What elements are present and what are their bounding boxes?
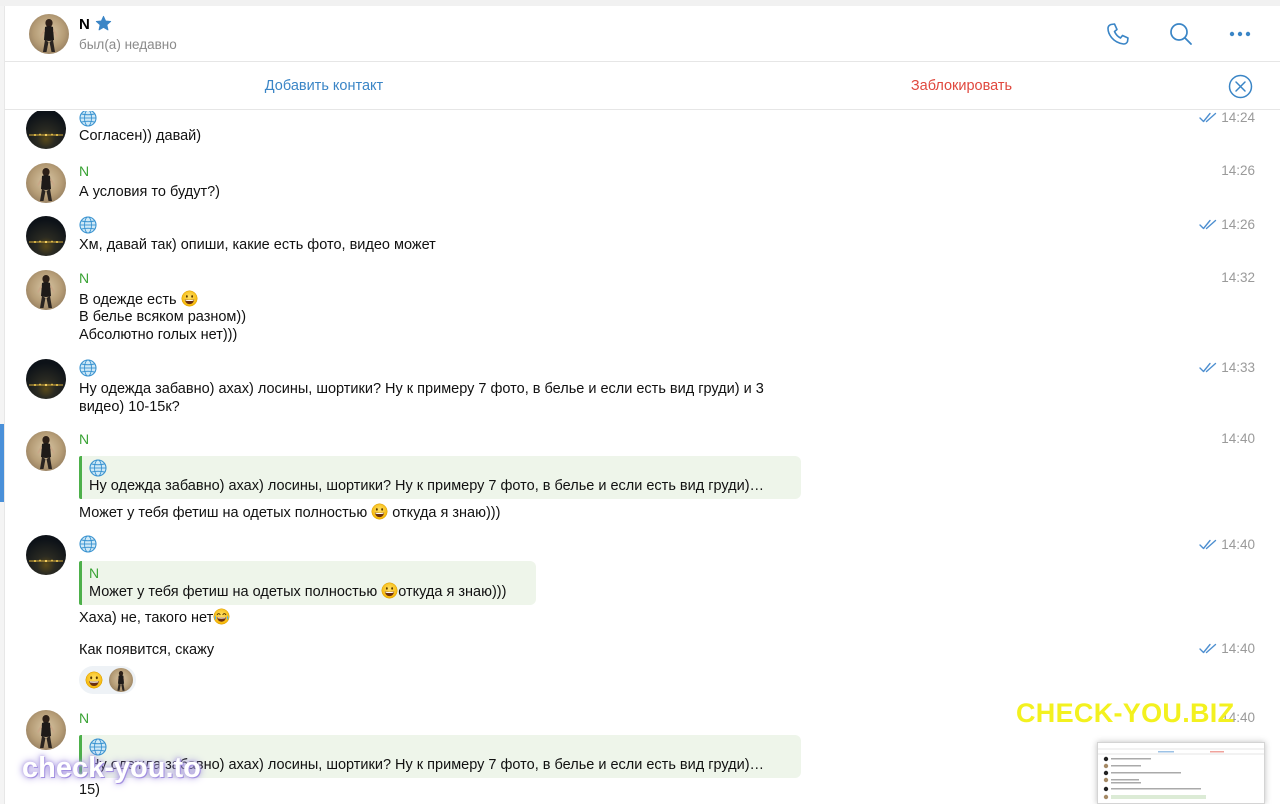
message-time: 14:26 [1221,163,1255,178]
message-sender[interactable]: N [79,270,89,288]
watermark-white: check-you.to [22,752,201,784]
grinning-emoji-icon [381,582,398,599]
peer-avatar[interactable] [26,163,66,203]
message-sender[interactable]: N [79,163,89,181]
read-checks-icon [1199,643,1217,654]
message-text: Хм, давай так) опиши, какие есть фото, в… [79,237,436,253]
message-text: В одежде есть [79,290,198,309]
phone-icon[interactable] [1104,20,1132,48]
grinning-emoji-icon [181,290,198,307]
quote-sender: N [89,565,100,581]
read-checks-icon [1199,219,1217,230]
peer-avatar[interactable] [26,710,66,750]
block-button[interactable]: Заблокировать [643,78,1280,94]
reply-quote[interactable]: N Может у тебя фетиш на одетых полностью… [79,561,536,605]
more-icon[interactable] [1226,20,1254,48]
peer-avatar[interactable] [26,270,66,310]
reactor-avatar[interactable] [109,668,133,692]
message-time: 14:24 [1199,111,1255,125]
close-icon[interactable] [1228,74,1253,99]
message-time: 14:40 [1199,537,1255,552]
read-checks-icon [1199,362,1217,373]
contact-action-bar: Добавить контакт Заблокировать [5,63,1280,110]
grinning-emoji-icon[interactable] [82,668,106,692]
message-text: В белье всяком разном)) [79,309,247,325]
globe-icon [79,111,97,127]
message-sender[interactable]: N [79,431,89,449]
screenshot-thumbnail[interactable] [1097,742,1265,804]
message-text: Ну одежда забавно) ахах) лосины, шортики… [79,381,764,397]
message-time: 14:33 [1199,360,1255,375]
reply-quote[interactable]: Ну одежда забавно) ахах) лосины, шортики… [79,456,801,499]
own-avatar[interactable] [26,359,66,399]
own-avatar[interactable] [26,216,66,256]
message-text: Хаха) не, такого нет [79,608,230,627]
own-avatar[interactable] [26,111,66,149]
globe-icon [79,535,97,553]
message-text: видео) 10-15к? [79,399,180,415]
premium-star-icon [95,15,112,31]
message-text: Как появится, скажу [79,642,215,658]
active-chat-indicator [0,424,4,502]
globe-icon [89,459,107,477]
add-contact-button[interactable]: Добавить контакт [5,78,643,94]
message-text: Может у тебя фетиш на одетых полностью о… [79,503,501,521]
message-time: 14:40 [1221,431,1255,446]
message-time: 14:32 [1221,270,1255,285]
message-time: 14:26 [1199,217,1255,232]
grinning-emoji-icon [371,503,388,520]
message-time: 14:40 [1199,641,1255,656]
own-avatar[interactable] [26,535,66,575]
peer-avatar[interactable] [29,14,69,54]
peer-name[interactable]: N [79,16,90,33]
message-text: Согласен)) давай) [79,128,202,144]
message-sender[interactable]: N [79,710,89,728]
read-checks-icon [1199,539,1217,550]
message-text: А условия то будут?) [79,184,220,200]
search-icon[interactable] [1167,20,1195,48]
message-text: Абсолютно голых нет))) [79,327,238,343]
quote-text: Может у тебя фетиш на одетых полностью о… [89,582,507,600]
globe-icon [79,216,97,234]
quote-text: Ну одежда забавно) ахах) лосины, шортики… [89,478,765,494]
message-reactions[interactable] [79,666,136,694]
chat-header: N был(а) недавно [5,6,1280,62]
peer-avatar[interactable] [26,431,66,471]
read-checks-icon [1199,112,1217,123]
globe-icon [79,359,97,377]
thumbnail-preview [1098,743,1264,803]
watermark-yellow: CHECK-YOU.BIZ [1016,698,1235,728]
laughing-emoji-icon [213,608,230,625]
peer-status: был(а) недавно [79,37,177,52]
